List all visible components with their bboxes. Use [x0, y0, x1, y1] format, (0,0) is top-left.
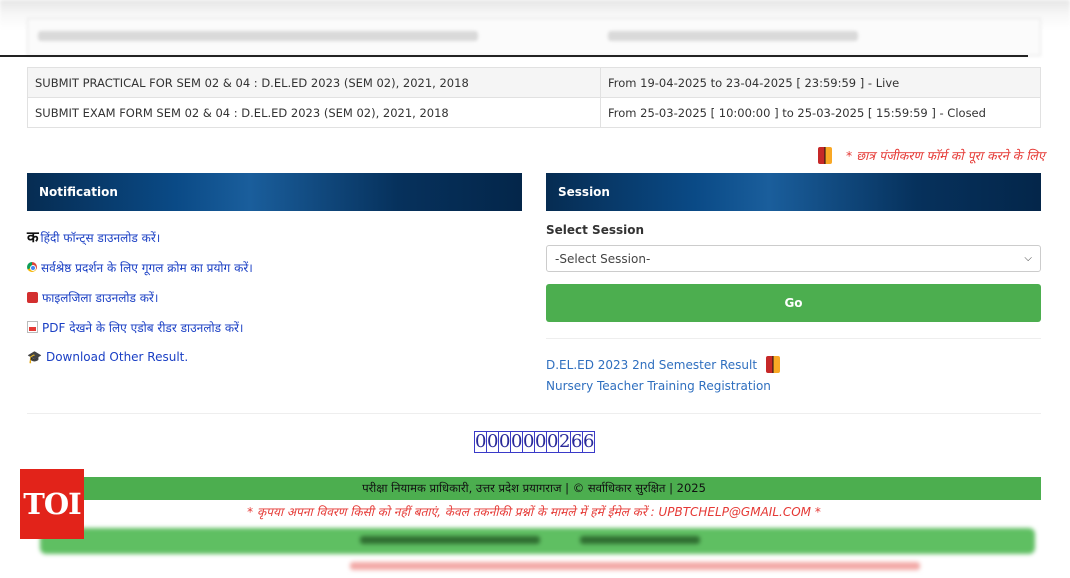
notification-item-hindi-fonts[interactable]: क हिंदी फॉन्ट्स डाउनलोड करें।: [27, 222, 522, 252]
exam-schedule: From 19-04-2025 to 23-04-2025 [ 23:59:59…: [600, 67, 1041, 98]
notification-item-other-result[interactable]: 🎓 Download Other Result.: [27, 342, 522, 372]
result-link-row: D.EL.ED 2023 2nd Semester Result: [546, 356, 781, 373]
blurred-text: [580, 536, 700, 544]
go-button[interactable]: Go: [546, 284, 1041, 322]
session-header: Session: [546, 173, 1041, 211]
counter-digit: 6: [582, 431, 595, 453]
blurred-text: [360, 536, 540, 544]
blurred-table-row: [27, 18, 1041, 56]
divider: [546, 338, 1041, 339]
top-divider: [0, 55, 1028, 57]
notification-item-chrome[interactable]: सर्वश्रेष्ठ प्रदर्शन के लिए गूगल क्रोम क…: [27, 252, 522, 282]
pdf-icon: [27, 321, 38, 333]
notification-title: Notification: [39, 185, 118, 199]
warning-text: * छात्र पंजीकरण फॉर्म को पूरा करने के लि…: [846, 147, 1045, 163]
blurred-text: [608, 31, 858, 41]
exam-name: SUBMIT EXAM FORM SEM 02 & 04 : D.EL.ED 2…: [27, 97, 601, 128]
notification-link[interactable]: फाइलजिला डाउनलोड करें।: [42, 289, 158, 306]
blurred-text: [350, 562, 920, 570]
notification-link[interactable]: हिंदी फॉन्ट्स डाउनलोड करें।: [41, 229, 161, 246]
ka-letter-icon: क: [27, 228, 39, 246]
select-session-label: Select Session: [546, 223, 645, 237]
exam-name: SUBMIT PRACTICAL FOR SEM 02 & 04 : D.EL.…: [27, 67, 601, 98]
graduation-cap-icon: 🎓: [27, 350, 42, 364]
notification-link[interactable]: Download Other Result.: [46, 350, 188, 364]
deled-result-link[interactable]: D.EL.ED 2023 2nd Semester Result: [546, 358, 757, 372]
chrome-icon: [27, 262, 37, 272]
notification-item-adobe-reader[interactable]: PDF देखने के लिए एडोब रीडर डाउनलोड करें।: [27, 312, 522, 342]
zip-file-icon: [27, 291, 38, 303]
footer-copyright-bar: परीक्षा नियामक प्राधिकारी, उत्तर प्रदेश …: [27, 477, 1041, 500]
divider: [27, 413, 1041, 414]
table-row[interactable]: SUBMIT EXAM FORM SEM 02 & 04 : D.EL.ED 2…: [27, 97, 1041, 128]
session-title: Session: [558, 185, 610, 199]
chevron-down-icon: ⌵: [1024, 253, 1032, 264]
table-row[interactable]: SUBMIT PRACTICAL FOR SEM 02 & 04 : D.EL.…: [27, 67, 1041, 98]
nursery-registration-link[interactable]: Nursery Teacher Training Registration: [546, 379, 771, 393]
nursery-link-row: Nursery Teacher Training Registration: [546, 379, 771, 393]
session-select-value: -Select Session-: [555, 251, 651, 266]
book-icon: [818, 146, 832, 164]
visitor-counter: 0 0 0 0 0 0 0 2 6 6: [474, 431, 595, 453]
copyright-text: परीक्षा नियामक प्राधिकारी, उत्तर प्रदेश …: [362, 481, 706, 495]
toi-watermark-logo: TOI: [20, 469, 84, 539]
footer-email-note: * कृपया अपना विवरण किसी को नहीं बताएं, क…: [247, 505, 821, 519]
notification-link[interactable]: सर्वश्रेष्ठ प्रदर्शन के लिए गूगल क्रोम क…: [41, 259, 253, 276]
book-icon: [766, 356, 781, 373]
notification-list: क हिंदी फॉन्ट्स डाउनलोड करें। सर्वश्रेष्…: [27, 222, 522, 372]
exam-schedule-table: SUBMIT PRACTICAL FOR SEM 02 & 04 : D.EL.…: [27, 67, 1041, 128]
notification-header: Notification: [27, 173, 522, 211]
bottom-blurred-area: [0, 522, 1070, 578]
exam-schedule: From 25-03-2025 [ 10:00:00 ] to 25-03-20…: [600, 97, 1041, 128]
blurred-text: [38, 31, 478, 41]
session-select[interactable]: -Select Session- ⌵: [546, 245, 1041, 272]
registration-warning: * छात्र पंजीकरण फॉर्म को पूरा करने के लि…: [818, 145, 1058, 165]
notification-item-filezilla[interactable]: फाइलजिला डाउनलोड करें।: [27, 282, 522, 312]
top-blurred-row: [0, 0, 1070, 56]
notification-link[interactable]: PDF देखने के लिए एडोब रीडर डाउनलोड करें।: [42, 319, 244, 336]
